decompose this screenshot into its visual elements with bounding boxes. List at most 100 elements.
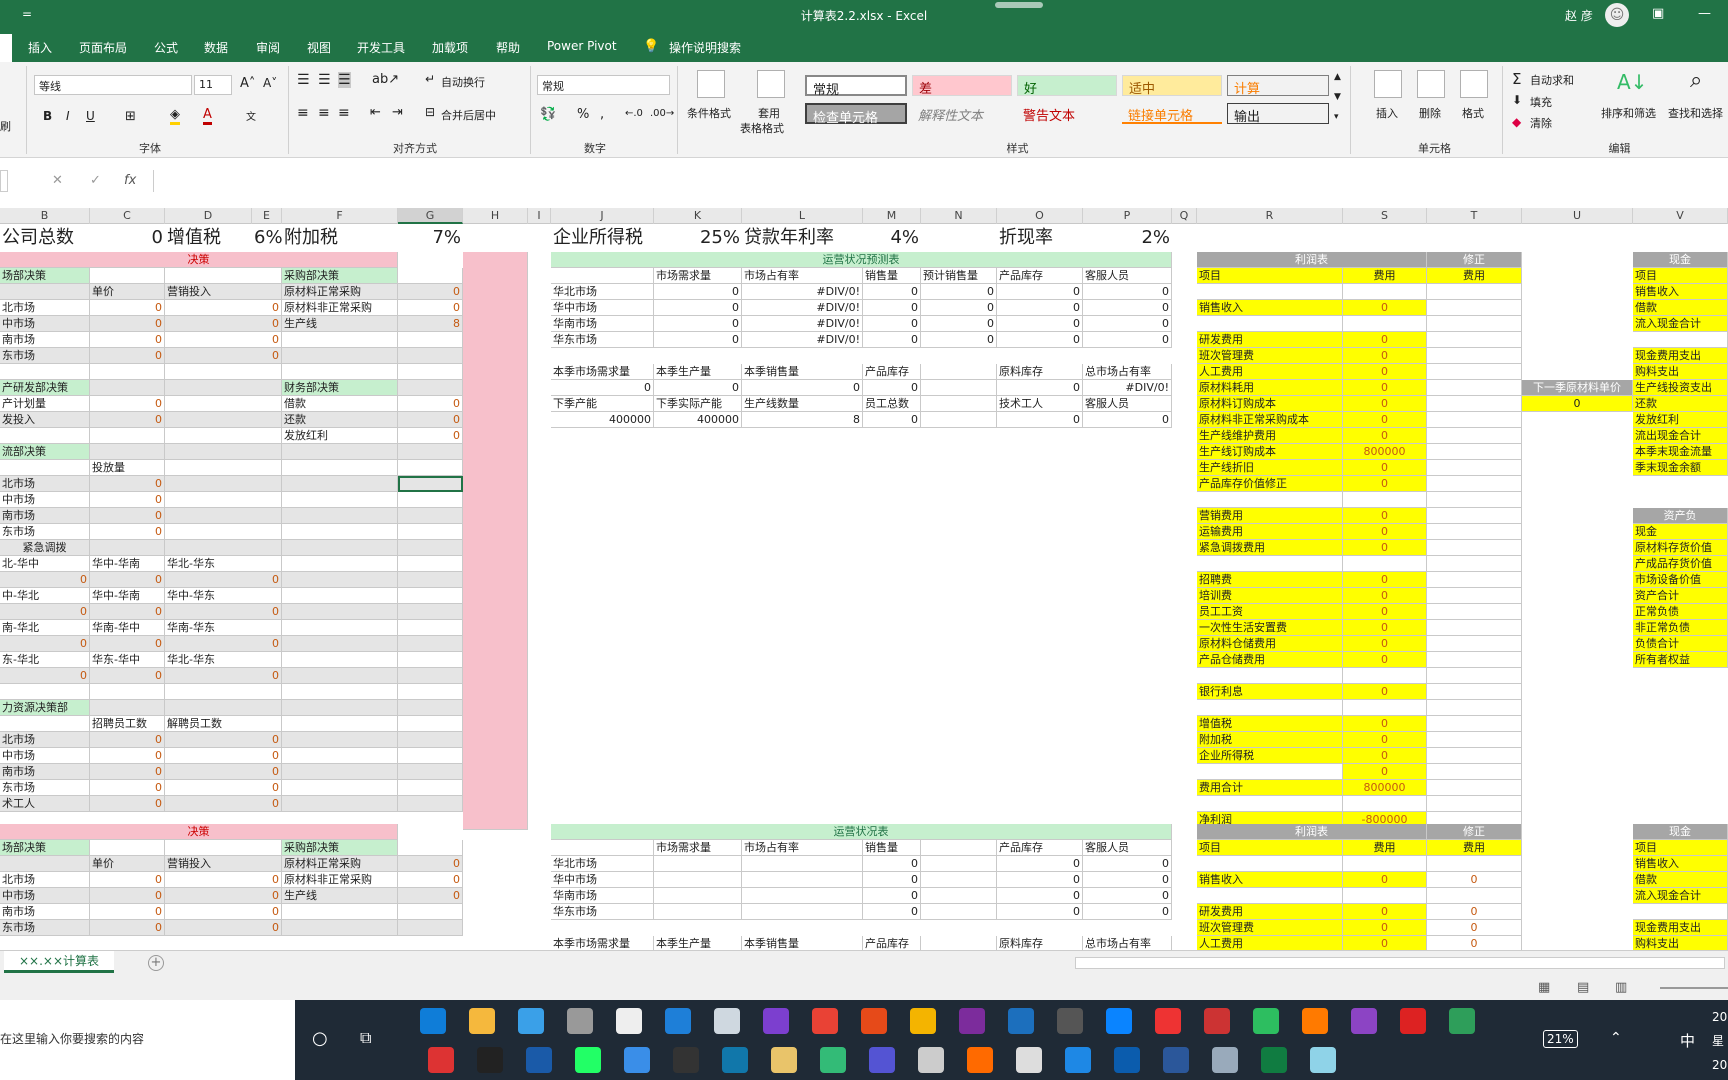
profit-row-value[interactable] xyxy=(1343,700,1427,716)
decision-cell[interactable] xyxy=(282,348,398,364)
decision-cell[interactable]: 0 xyxy=(165,604,282,620)
profit-fix-header[interactable]: 修正 xyxy=(1427,824,1522,840)
decision-cell[interactable]: 产研发部决策 xyxy=(0,380,90,396)
decision-cell[interactable] xyxy=(90,364,165,380)
taskbar-app-icon[interactable] xyxy=(575,1047,601,1073)
profit-row-fix[interactable] xyxy=(1427,492,1522,508)
enter-icon[interactable]: ✓ xyxy=(90,173,101,188)
decision-cell[interactable] xyxy=(398,556,463,572)
profit-row-fix[interactable] xyxy=(1427,556,1522,572)
decision-cell[interactable]: 0 xyxy=(0,636,90,652)
decision-cell[interactable]: 北市场 xyxy=(0,300,90,316)
profit-row-value[interactable]: 0 xyxy=(1343,572,1427,588)
decision-cell[interactable] xyxy=(282,780,398,796)
taskbar-app-icon[interactable] xyxy=(1302,1008,1328,1034)
profit-row-fix[interactable] xyxy=(1427,652,1522,668)
decision-cell[interactable]: 还款 xyxy=(282,412,398,428)
status-header[interactable]: 市场占有率 xyxy=(742,840,863,856)
decision-cell[interactable] xyxy=(282,920,398,936)
taskbar-app-icon[interactable] xyxy=(1310,1047,1336,1073)
assets-row-label[interactable]: 所有者权益 xyxy=(1633,652,1728,668)
decision-cell[interactable]: 投放量 xyxy=(90,460,165,476)
forecast-header[interactable]: 生产线数量 xyxy=(742,396,863,412)
tab-review[interactable]: 审阅 xyxy=(256,39,280,56)
forecast-header[interactable]: 本季市场需求量 xyxy=(551,364,654,380)
cash-row-label[interactable]: 借款 xyxy=(1633,872,1728,888)
taskbar-app-icon[interactable] xyxy=(869,1047,895,1073)
tab-addins[interactable]: 加载项 xyxy=(432,39,468,56)
status-header[interactable]: 客服人员 xyxy=(1083,840,1172,856)
decision-header[interactable]: 决策 xyxy=(0,252,398,268)
forecast-cell[interactable]: 0 xyxy=(921,316,997,332)
profit-item-header[interactable]: 项目 xyxy=(1197,268,1343,284)
top-param-cell[interactable]: 增值税 xyxy=(165,226,252,250)
decision-cell[interactable]: 0 xyxy=(398,856,463,872)
zoom-slider[interactable] xyxy=(1660,987,1728,989)
decision-cell[interactable] xyxy=(398,920,463,936)
status-cell[interactable]: 0 xyxy=(997,856,1083,872)
column-header-s[interactable]: S xyxy=(1343,208,1427,224)
column-header-v[interactable]: V xyxy=(1633,208,1728,224)
forecast-header[interactable]: 技术工人 xyxy=(997,396,1083,412)
profit-row-fix[interactable] xyxy=(1427,508,1522,524)
assets-row-label[interactable]: 资产合计 xyxy=(1633,588,1728,604)
profit-row-fix[interactable] xyxy=(1427,380,1522,396)
profit-row-fix[interactable] xyxy=(1427,412,1522,428)
top-param-cell[interactable]: 0 xyxy=(90,226,165,250)
name-box[interactable] xyxy=(0,170,8,192)
forecast-header[interactable]: 销售量 xyxy=(863,268,921,284)
decision-cell[interactable] xyxy=(165,428,282,444)
status-cell[interactable]: 0 xyxy=(863,888,921,904)
profit-row-label[interactable]: 班次管理费 xyxy=(1197,348,1343,364)
top-param-cell[interactable]: 公司总数 xyxy=(0,226,90,250)
decision-cell[interactable]: 0 xyxy=(90,572,165,588)
decision-cell[interactable]: 0 xyxy=(165,636,282,652)
forecast-header[interactable]: 总市场占有率 xyxy=(1083,364,1172,380)
decision-cell[interactable]: 中市场 xyxy=(0,492,90,508)
column-header-n[interactable]: N xyxy=(921,208,997,224)
decision-cell[interactable]: 0 xyxy=(165,348,282,364)
cash-row-label[interactable]: 项目 xyxy=(1633,268,1728,284)
decision-cell[interactable]: 场部决策 xyxy=(0,268,90,284)
decision-cell[interactable]: 0 xyxy=(165,796,282,812)
orientation-icon[interactable]: ab↗ xyxy=(372,72,399,87)
forecast-cell[interactable]: #DIV/0! xyxy=(742,300,863,316)
profit-row-label[interactable]: 生产线维护费用 xyxy=(1197,428,1343,444)
decision-cell[interactable] xyxy=(398,364,463,380)
taskbar-app-icon[interactable] xyxy=(1253,1008,1279,1034)
taskbar-app-icon[interactable] xyxy=(526,1047,552,1073)
decision-cell[interactable]: 0 xyxy=(90,476,165,492)
profit-row-value[interactable]: 0 xyxy=(1343,936,1427,950)
profit-row-label[interactable]: 营销费用 xyxy=(1197,508,1343,524)
decision-cell[interactable]: 南市场 xyxy=(0,764,90,780)
column-header-q[interactable]: Q xyxy=(1172,208,1197,224)
decision-cell[interactable]: 0 xyxy=(165,764,282,780)
profit-row-fix[interactable] xyxy=(1427,668,1522,684)
decrease-decimal-icon[interactable]: .00→ xyxy=(650,108,674,119)
ime-indicator[interactable]: 中 xyxy=(1680,1030,1695,1051)
profit-title[interactable]: 利润表 xyxy=(1197,252,1427,268)
decision-cell[interactable] xyxy=(0,856,90,872)
decision-cell[interactable] xyxy=(0,684,90,700)
profit-row-label[interactable]: 原材料仓储费用 xyxy=(1197,636,1343,652)
styles-more-icon[interactable]: ▾ xyxy=(1334,112,1339,122)
decision-cell[interactable]: 原材料非正常采购 xyxy=(282,300,398,316)
status-cell[interactable]: 0 xyxy=(863,856,921,872)
column-header-f[interactable]: F xyxy=(282,208,398,224)
assets-row-label[interactable]: 非正常负债 xyxy=(1633,620,1728,636)
taskbar-app-icon[interactable] xyxy=(918,1047,944,1073)
page-layout-view-icon[interactable]: ▤ xyxy=(1577,980,1589,995)
profit-cost-header[interactable]: 费用 xyxy=(1343,268,1427,284)
forecast-cell[interactable]: 华北市场 xyxy=(551,284,654,300)
taskbar-app-icon[interactable] xyxy=(428,1047,454,1073)
decision-cell[interactable]: 0 xyxy=(90,524,165,540)
paste-label-fragment[interactable]: 刷 xyxy=(0,118,11,134)
decision-cell[interactable]: 北市场 xyxy=(0,872,90,888)
status-cell[interactable] xyxy=(921,904,997,920)
decision-cell[interactable]: 单价 xyxy=(90,284,165,300)
forecast-title[interactable]: 运营状况预测表 xyxy=(551,252,1172,268)
profit-row-fix[interactable] xyxy=(1427,396,1522,412)
forecast-cell[interactable]: 0 xyxy=(654,316,742,332)
decision-cell[interactable]: 0 xyxy=(90,796,165,812)
decision-cell[interactable]: 0 xyxy=(165,748,282,764)
